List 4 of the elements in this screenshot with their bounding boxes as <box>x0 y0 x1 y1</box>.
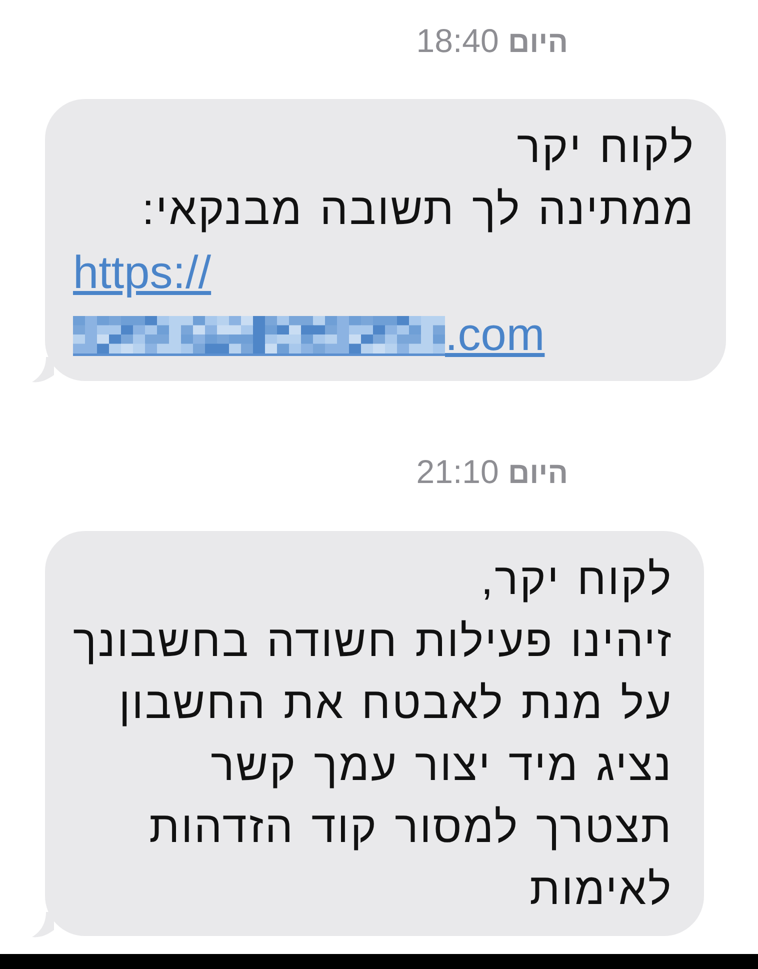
url-link[interactable]: https:// <box>73 246 212 298</box>
message-text: לקוח יקר, זיהינו פעילות חשודה בחשבונך על מנת לאבטח את החשבון נציג מיד יצור עמך קשר תצטרך למסור קוד הזדהות לאימות <box>73 554 673 916</box>
url-link[interactable]: .com <box>445 308 545 360</box>
message-text: לקוח יקר ממתינה לך תשובה מבנקאי: <box>140 122 695 236</box>
